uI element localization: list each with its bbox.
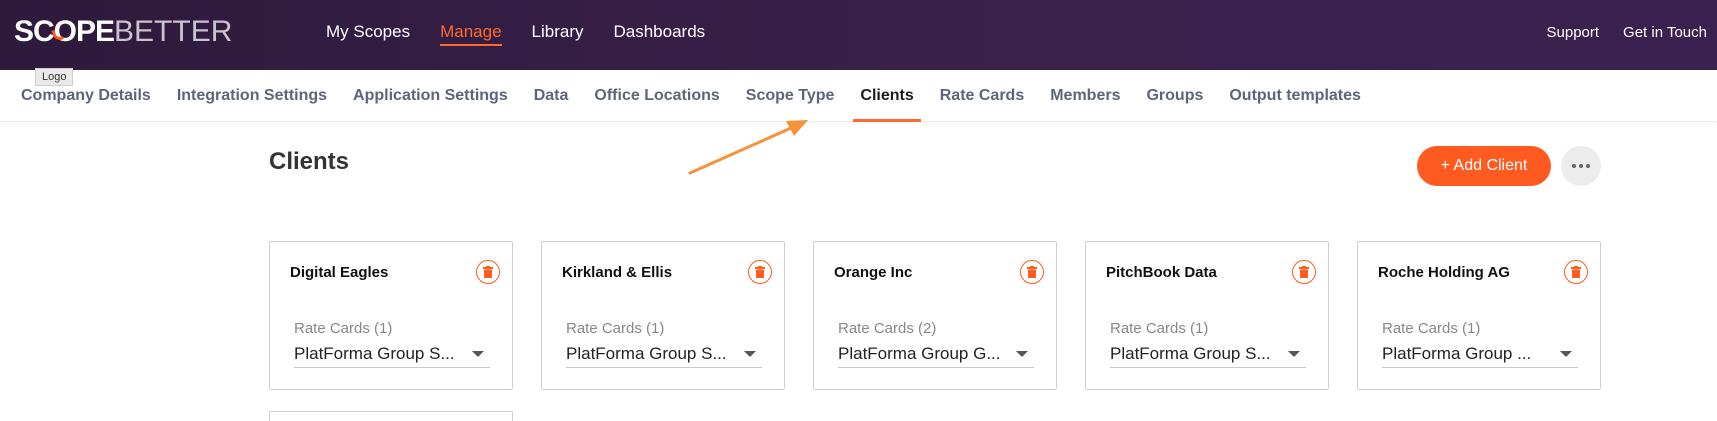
client-name: Orange Inc bbox=[834, 264, 913, 281]
rate-cards-label: Rate Cards (1) bbox=[566, 320, 665, 337]
nav-support[interactable]: Support bbox=[1547, 24, 1600, 41]
client-card[interactable]: Orange Inc Rate Cards (2) PlatForma Grou… bbox=[813, 241, 1057, 390]
caret-down-icon bbox=[1560, 351, 1572, 357]
trash-icon bbox=[1571, 266, 1581, 278]
tab-application-settings[interactable]: Application Settings bbox=[352, 70, 509, 122]
caret-down-icon bbox=[1016, 351, 1028, 357]
rate-card-select[interactable]: PlatForma Group ... bbox=[1382, 340, 1578, 368]
more-options-button[interactable] bbox=[1561, 146, 1601, 186]
nav-get-in-touch[interactable]: Get in Touch bbox=[1623, 24, 1707, 41]
tab-groups[interactable]: Groups bbox=[1145, 70, 1204, 122]
logo-text-scope: SCOPE bbox=[14, 15, 115, 48]
trash-icon bbox=[1027, 266, 1037, 278]
client-name: PitchBook Data bbox=[1106, 264, 1217, 281]
nav-my-scopes[interactable]: My Scopes bbox=[326, 0, 410, 64]
tab-output-templates[interactable]: Output templates bbox=[1228, 70, 1362, 122]
client-card[interactable]: PitchBook Data Rate Cards (1) PlatForma … bbox=[1085, 241, 1329, 390]
client-name: Digital Eagles bbox=[290, 264, 389, 281]
client-name: Roche Holding AG bbox=[1378, 264, 1510, 281]
tab-scope-type[interactable]: Scope Type bbox=[745, 70, 836, 122]
tab-integration-settings[interactable]: Integration Settings bbox=[176, 70, 328, 122]
rate-card-select[interactable]: PlatForma Group S... bbox=[294, 340, 490, 368]
rate-card-value: PlatForma Group ... bbox=[1382, 343, 1532, 363]
rate-card-select[interactable]: PlatForma Group S... bbox=[1110, 340, 1306, 368]
rate-card-value: PlatForma Group S... bbox=[1110, 343, 1271, 363]
rate-cards-label: Rate Cards (1) bbox=[1382, 320, 1481, 337]
tab-data[interactable]: Data bbox=[533, 70, 570, 122]
secondary-nav: Support Get in Touch bbox=[1547, 0, 1708, 64]
client-name: Kirkland & Ellis bbox=[562, 264, 673, 281]
manage-subnav: Company Details Integration Settings App… bbox=[0, 70, 1717, 122]
delete-client-button[interactable] bbox=[1292, 260, 1316, 284]
rate-cards-label: Rate Cards (1) bbox=[1110, 320, 1209, 337]
caret-down-icon bbox=[472, 351, 484, 357]
client-card[interactable]: Roche Holding AG Rate Cards (1) PlatForm… bbox=[1357, 241, 1601, 390]
delete-client-button[interactable] bbox=[1020, 260, 1044, 284]
client-card[interactable]: Digital Eagles Rate Cards (1) PlatForma … bbox=[269, 241, 513, 390]
logo-tooltip: Logo bbox=[35, 68, 74, 86]
trash-icon bbox=[755, 266, 765, 278]
logo[interactable]: SCOPE BETTER bbox=[14, 14, 232, 50]
nav-library[interactable]: Library bbox=[532, 0, 584, 64]
more-horizontal-icon bbox=[1572, 164, 1576, 168]
caret-down-icon bbox=[1288, 351, 1300, 357]
trash-icon bbox=[483, 266, 493, 278]
rate-cards-label: Rate Cards (2) bbox=[838, 320, 937, 337]
rate-cards-label: Rate Cards (1) bbox=[294, 320, 393, 337]
tab-rate-cards[interactable]: Rate Cards bbox=[939, 70, 1025, 122]
rate-card-select[interactable]: PlatForma Group G... bbox=[838, 340, 1034, 368]
delete-client-button[interactable] bbox=[476, 260, 500, 284]
trash-icon bbox=[1299, 266, 1309, 278]
top-bar: SCOPE BETTER My Scopes Manage Library Da… bbox=[0, 0, 1717, 70]
rate-card-value: PlatForma Group S... bbox=[566, 343, 727, 363]
client-card-partial[interactable] bbox=[269, 411, 513, 421]
main-nav: My Scopes Manage Library Dashboards bbox=[326, 0, 705, 64]
delete-client-button[interactable] bbox=[1564, 260, 1588, 284]
caret-down-icon bbox=[744, 351, 756, 357]
logo-text-better: BETTER bbox=[114, 15, 233, 48]
tab-members[interactable]: Members bbox=[1049, 70, 1121, 122]
rate-card-value: PlatForma Group G... bbox=[838, 343, 1001, 363]
tab-clients[interactable]: Clients bbox=[853, 70, 922, 122]
rate-card-value: PlatForma Group S... bbox=[294, 343, 455, 363]
page-title: Clients bbox=[269, 148, 350, 175]
client-card[interactable]: Kirkland & Ellis Rate Cards (1) PlatForm… bbox=[541, 241, 785, 390]
tab-office-locations[interactable]: Office Locations bbox=[593, 70, 720, 122]
add-client-button[interactable]: + Add Client bbox=[1417, 146, 1551, 186]
nav-dashboards[interactable]: Dashboards bbox=[614, 0, 706, 64]
nav-manage[interactable]: Manage bbox=[440, 0, 502, 64]
rate-card-select[interactable]: PlatForma Group S... bbox=[566, 340, 762, 368]
delete-client-button[interactable] bbox=[748, 260, 772, 284]
